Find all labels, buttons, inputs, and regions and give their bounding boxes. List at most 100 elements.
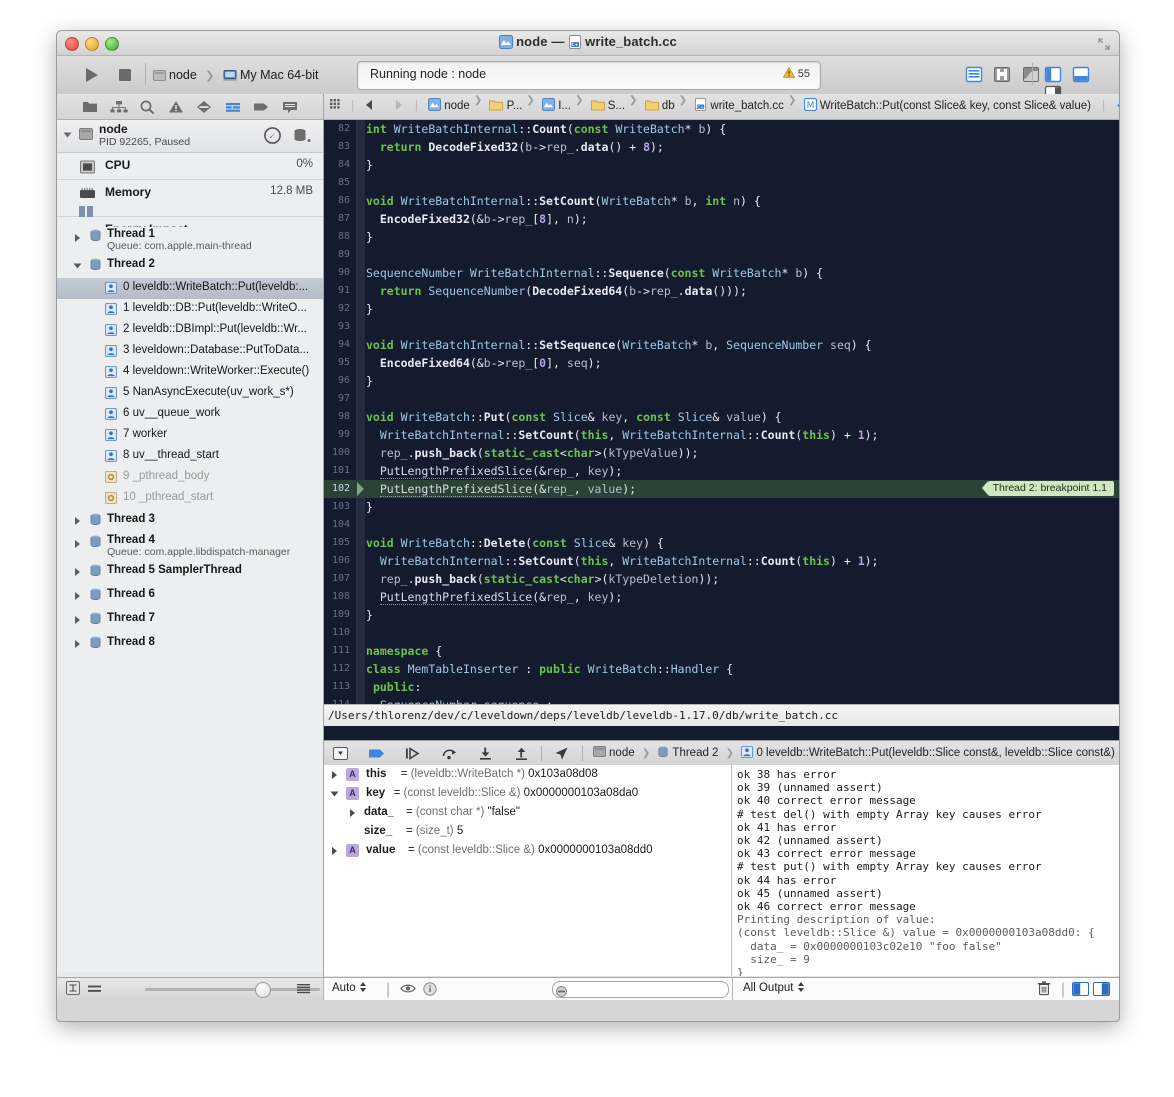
thread-row[interactable]: Thread 8 xyxy=(57,632,323,656)
code-line[interactable]: 108 PutLengthPrefixedSlice(&rep_, key); xyxy=(324,588,1119,606)
code-line[interactable]: 92} xyxy=(324,300,1119,318)
code-line[interactable]: 101 PutLengthPrefixedSlice(&rep_, key); xyxy=(324,462,1119,480)
code-line[interactable]: 97 xyxy=(324,390,1119,408)
thread-row[interactable]: Thread 4 Queue: com.apple.libdispatch-man… xyxy=(57,533,323,560)
line-number[interactable]: 97 xyxy=(324,390,350,408)
code-line[interactable]: 98 void WriteBatch::Put(const Slice& key,… xyxy=(324,408,1119,426)
line-number[interactable]: 87 xyxy=(324,210,350,228)
thread-row[interactable]: Thread 3 xyxy=(57,509,323,533)
trash-icon[interactable] xyxy=(1037,981,1051,1001)
process-header[interactable]: node PID 92265, Paused xyxy=(57,120,323,153)
jumpbar-item-folder-1[interactable]: P... xyxy=(489,94,522,119)
process-disclosure-triangle[interactable] xyxy=(63,132,72,138)
line-number[interactable]: 113 xyxy=(324,678,350,696)
jumpbar-item-folder-2[interactable]: S... xyxy=(590,94,625,119)
line-number[interactable]: 100 xyxy=(324,444,350,462)
line-number[interactable]: 96 xyxy=(324,372,350,390)
code-line[interactable]: 87 EncodeFixed32(&b->rep_[8], n); xyxy=(324,210,1119,228)
line-number[interactable]: 92 xyxy=(324,300,350,318)
fewer-detail-icon[interactable] xyxy=(88,982,101,1000)
jumpbar-item-symbol[interactable]: M WriteBatch::Put(const Slice& key, cons… xyxy=(803,94,1091,119)
line-number[interactable]: 83 xyxy=(324,138,350,156)
run-button[interactable] xyxy=(79,64,103,86)
test-navigator-icon[interactable] xyxy=(192,98,216,116)
stack-frame-row[interactable]: 7 worker xyxy=(57,425,323,446)
thread-list[interactable]: Thread 1 Queue: com.apple.main-thread Thre… xyxy=(57,227,323,972)
thread-disclosure-triangle[interactable] xyxy=(75,568,80,576)
forward-button[interactable] xyxy=(392,94,405,119)
line-number[interactable]: 94 xyxy=(324,336,350,354)
line-number[interactable]: 93 xyxy=(324,318,350,336)
variable-scope-popup[interactable]: Auto xyxy=(332,981,367,994)
related-items-icon[interactable] xyxy=(330,94,342,119)
stack-frame-row[interactable]: 4 leveldown::WriteWorker::Execute() xyxy=(57,362,323,383)
stack-frame-row[interactable]: 1 leveldb::DB::Put(leveldb::WriteO... xyxy=(57,299,323,320)
line-number[interactable]: 110 xyxy=(324,624,350,642)
line-number[interactable]: 98 xyxy=(324,408,350,426)
line-number[interactable]: 84 xyxy=(324,156,350,174)
output-filter-popup[interactable]: All Output xyxy=(743,981,805,994)
code-line[interactable]: 106 WriteBatchInternal::SetCount(this, W… xyxy=(324,552,1119,570)
cpu-gauge-row[interactable]: CPU 0% xyxy=(57,153,323,180)
thread-disclosure-triangle[interactable] xyxy=(73,263,82,269)
simulate-location-icon[interactable] xyxy=(552,745,571,762)
fullscreen-icon[interactable] xyxy=(1098,37,1110,50)
jumpbar-item-file[interactable]: C+ write_batch.cc xyxy=(694,94,784,119)
thread-disclosure-triangle[interactable] xyxy=(75,592,80,600)
line-number[interactable]: 107 xyxy=(324,570,350,588)
step-over-icon[interactable] xyxy=(440,745,459,762)
variable-row[interactable]: Akey = (const leveldb::Slice &) 0x0000000… xyxy=(324,784,731,803)
jumpbar-item-target[interactable]: I... xyxy=(541,94,571,119)
stack-frame-row[interactable]: 10 _pthread_start xyxy=(57,488,323,509)
code-line[interactable]: 93 xyxy=(324,318,1119,336)
stack-item-frame[interactable]: 0 leveldb::WriteBatch::Put(leveldb::Slic… xyxy=(741,746,1115,759)
code-line[interactable]: 112 class MemTableInserter : public Write… xyxy=(324,660,1119,678)
line-number[interactable]: 103 xyxy=(324,498,350,516)
detail-level-slider-track[interactable] xyxy=(145,988,320,991)
line-number[interactable]: 109 xyxy=(324,606,350,624)
thread-view-icon[interactable] xyxy=(292,128,311,144)
code-line[interactable]: 114 SequenceNumber sequence_; xyxy=(324,696,1119,704)
line-number[interactable]: 85 xyxy=(324,174,350,192)
stack-frame-row[interactable]: 3 leveldown::Database::PutToData... xyxy=(57,341,323,362)
stepper-icon[interactable] xyxy=(359,981,367,993)
project-navigator-icon[interactable] xyxy=(78,98,102,116)
line-number[interactable]: 114 xyxy=(324,696,350,704)
variable-disclosure-triangle[interactable] xyxy=(332,847,337,855)
line-number[interactable]: 112 xyxy=(324,660,350,678)
jumpbar-item-project[interactable]: node xyxy=(428,94,470,119)
line-number[interactable]: 88 xyxy=(324,228,350,246)
line-number[interactable]: 111 xyxy=(324,642,350,660)
thread-disclosure-triangle[interactable] xyxy=(75,517,80,525)
line-number[interactable]: 104 xyxy=(324,516,350,534)
stack-frame-row[interactable]: 0 leveldb::WriteBatch::Put(leveldb:... xyxy=(57,278,323,299)
gauge-view-icon[interactable] xyxy=(264,127,281,144)
code-line[interactable]: 113 public: xyxy=(324,678,1119,696)
line-number[interactable]: 108 xyxy=(324,588,350,606)
source-code-editor[interactable]: 82 int WriteBatchInternal::Count(const Wr… xyxy=(324,120,1119,704)
variable-row[interactable]: size_ = (size_t) 5 xyxy=(324,822,731,841)
variable-row[interactable]: data_ = (const char *) "false" xyxy=(324,803,731,822)
code-line[interactable]: 109} xyxy=(324,606,1119,624)
thread-disclosure-triangle[interactable] xyxy=(75,540,80,548)
thread-disclosure-triangle[interactable] xyxy=(75,234,80,242)
step-out-icon[interactable] xyxy=(512,745,531,762)
stack-frame-row[interactable]: 2 leveldb::DBImpl::Put(leveldb::Wr... xyxy=(57,320,323,341)
line-number[interactable]: 101 xyxy=(324,462,350,480)
assistant-editor-button[interactable] xyxy=(991,65,1013,84)
line-number[interactable]: 105 xyxy=(324,534,350,552)
log-navigator-icon[interactable] xyxy=(278,98,302,116)
thread-disclosure-triangle[interactable] xyxy=(75,616,80,624)
line-number[interactable]: 90 xyxy=(324,264,350,282)
thread-row[interactable]: Thread 7 xyxy=(57,608,323,632)
line-number[interactable]: 102 xyxy=(324,480,350,498)
eye-icon[interactable] xyxy=(400,982,416,1000)
scheme-selector[interactable]: node ❯ My Mac 64-bit xyxy=(153,63,319,87)
code-line-highlighted[interactable]: 102 PutLengthPrefixedSlice(&rep_, value)… xyxy=(324,480,1119,498)
show-variables-view-icon[interactable] xyxy=(1072,982,1089,996)
line-number[interactable]: 82 xyxy=(324,120,350,138)
code-line[interactable]: 105 void WriteBatch::Delete(const Slice& … xyxy=(324,534,1119,552)
code-line[interactable]: 85 xyxy=(324,174,1119,192)
variables-view[interactable]: Athis = (leveldb::WriteBatch *) 0x103a08d… xyxy=(324,765,732,976)
line-number[interactable]: 99 xyxy=(324,426,350,444)
